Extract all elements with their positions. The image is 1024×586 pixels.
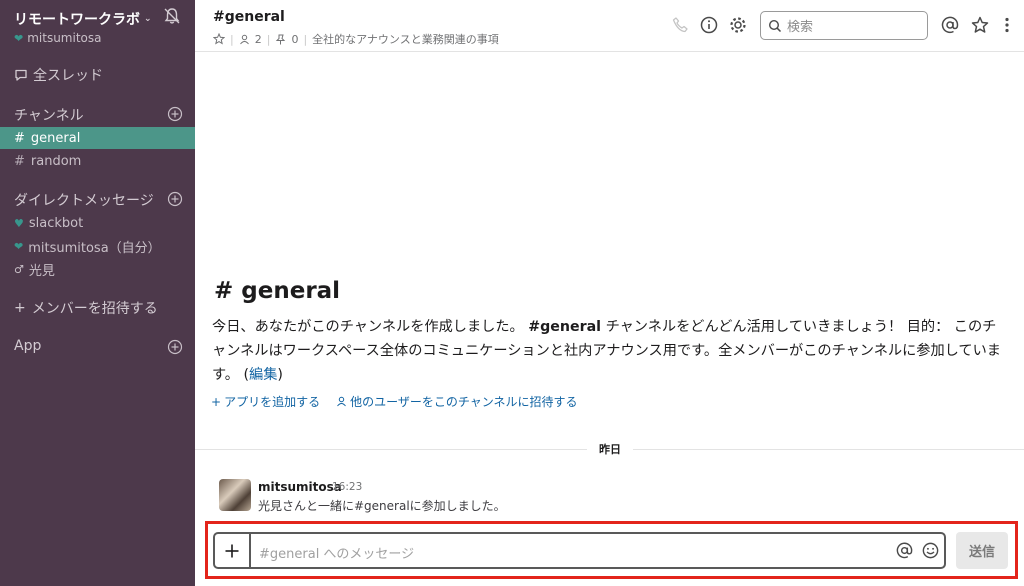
search-placeholder: 検索 (787, 20, 814, 35)
search-icon (768, 19, 782, 32)
edit-purpose-link[interactable]: 編集 (249, 367, 277, 383)
chevron-down-icon: ⌄ (144, 14, 152, 24)
workspace-menu[interactable]: リモートワークラボ ⌄ (14, 9, 152, 29)
sidebar-item-self[interactable]: ❤ mitsumitosa（自分） (0, 235, 195, 257)
member-icon[interactable] (239, 34, 250, 45)
invite-members-button[interactable]: + メンバーを招待する (0, 297, 195, 319)
avatar[interactable] (219, 479, 251, 511)
mention-icon[interactable] (895, 541, 914, 560)
channel-intro-text: 今日、あなたがこのチャンネルを作成しました。 #general チャンネルをどん… (212, 315, 1002, 387)
hash-icon: # (14, 153, 25, 169)
current-user[interactable]: ❤ mitsumitosa (14, 31, 101, 45)
add-dm-icon[interactable] (167, 191, 183, 207)
sidebar-item-mitsumi[interactable]: ♂ 光見 (0, 258, 195, 280)
channel-intro-actions: + アプリを追加する 他のユーザーをこのチャンネルに招待する (211, 393, 577, 410)
away-presence-icon: ♂ (14, 262, 24, 276)
workspace-name: リモートワークラボ (14, 12, 140, 28)
sidebar-item-label: mitsumitosa（自分） (28, 240, 161, 256)
plus-icon: + (211, 394, 222, 409)
sidebar-item-label: random (30, 153, 82, 169)
channel-title: #general (213, 9, 285, 25)
hash-icon: # (14, 130, 25, 146)
add-app-link[interactable]: + アプリを追加する (211, 393, 320, 410)
attach-button[interactable] (215, 534, 251, 567)
add-app-icon[interactable] (167, 339, 183, 355)
invite-members-label: メンバーを招待する (31, 301, 158, 317)
member-count[interactable]: 2 (255, 33, 262, 46)
add-channel-icon[interactable] (167, 106, 183, 122)
channel-intro-title: # general (214, 278, 341, 304)
threads-icon (15, 69, 27, 81)
message-timestamp[interactable]: 16:23 (332, 481, 362, 493)
sidebar-item-label: 光見 (28, 263, 55, 279)
sidebar-item-slackbot[interactable]: ♥ slackbot (0, 212, 195, 234)
info-icon[interactable] (699, 15, 719, 35)
plus-icon (225, 544, 239, 557)
channel-topic[interactable]: 全社的なアナウンスと業務関連の事項 (312, 31, 499, 47)
channel-meta: | 2 | 0 | 全社的なアナウンスと業務関連の事項 (213, 31, 499, 47)
message-input[interactable]: #general へのメッセージ (259, 543, 414, 562)
presence-icon: ❤ (14, 239, 24, 253)
sidebar-item-label: general (30, 130, 81, 146)
day-divider-label: 昨日 (587, 441, 633, 457)
sidebar-item-label: 全スレッド (33, 68, 103, 84)
sidebar-item-label: slackbot (28, 215, 84, 231)
apps-section-header[interactable]: App (14, 338, 41, 354)
gear-icon[interactable] (728, 15, 748, 35)
bell-icon[interactable] (162, 6, 182, 26)
search-input[interactable]: 検索 (760, 11, 928, 40)
edit-paren-close: ) (277, 367, 283, 383)
message-author[interactable]: mitsumitosa (258, 480, 342, 494)
presence-icon: ❤ (14, 31, 24, 45)
send-button[interactable]: 送信 (956, 532, 1008, 569)
pinned-count[interactable]: 0 (291, 33, 298, 46)
sidebar: リモートワークラボ ⌄ ❤ mitsumitosa 全スレッド チャンネル # … (0, 0, 195, 586)
sidebar-item-random[interactable]: # random (0, 150, 195, 172)
star-icon[interactable] (213, 33, 225, 45)
invite-users-label: 他のユーザーをこのチャンネルに招待する (350, 395, 578, 409)
add-app-label: アプリを追加する (224, 395, 321, 409)
plus-icon: + (14, 300, 26, 316)
heart-icon: ♥ (14, 216, 24, 230)
message-text: 光見さんと一緒に#generalに参加しました。 (258, 499, 506, 513)
user-icon (337, 396, 346, 407)
starred-icon[interactable] (970, 15, 990, 35)
sidebar-item-all-threads[interactable]: 全スレッド (0, 64, 195, 86)
phone-icon[interactable] (670, 15, 690, 35)
emoji-icon[interactable] (921, 541, 940, 560)
channels-section-header[interactable]: チャンネル (14, 105, 84, 125)
mentions-icon[interactable] (940, 15, 960, 35)
message-composer[interactable]: #general へのメッセージ (213, 532, 946, 569)
more-menu-icon[interactable] (997, 15, 1017, 35)
sidebar-item-general[interactable]: # general (0, 127, 195, 149)
current-user-name: mitsumitosa (27, 31, 102, 45)
channel-header: #general | 2 | 0 | 全社的なアナウンスと業務関連の事項 検索 (195, 0, 1024, 52)
intro-channel-name: #general (528, 319, 602, 335)
pin-icon[interactable] (275, 34, 286, 45)
invite-users-link[interactable]: 他のユーザーをこのチャンネルに招待する (336, 393, 577, 410)
dm-section-header[interactable]: ダイレクトメッセージ (14, 190, 154, 210)
intro-text-1: 今日、あなたがこのチャンネルを作成しました。 (212, 319, 524, 335)
